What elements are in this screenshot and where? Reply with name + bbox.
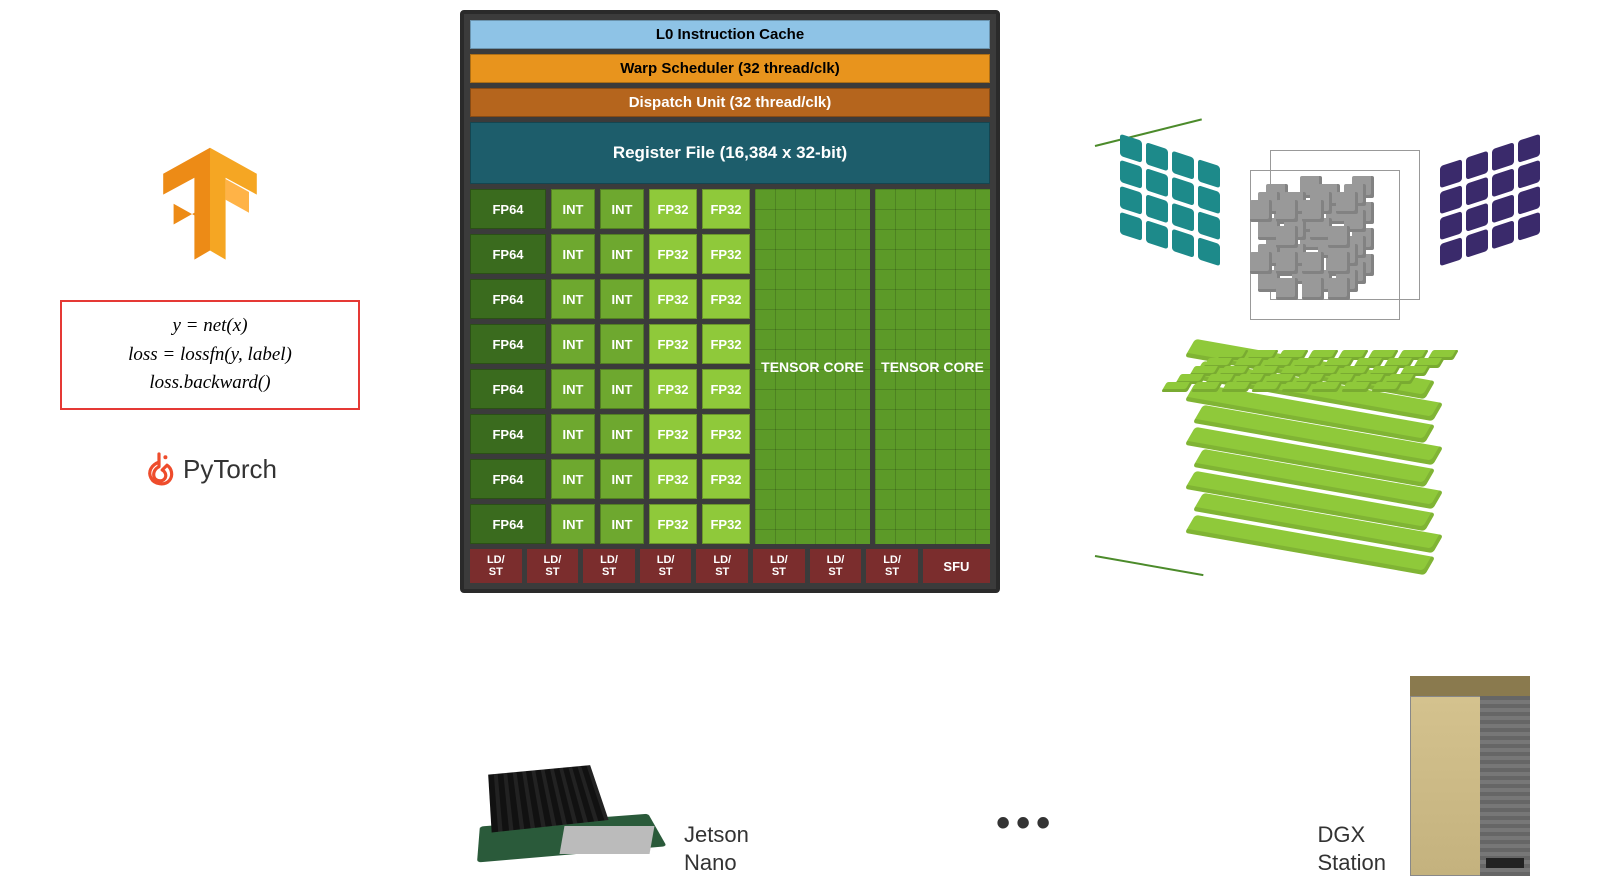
int-cell: INT [551,189,595,229]
fp64-cell: FP64 [470,369,546,409]
dispatch-unit-bar: Dispatch Unit (32 thread/clk) [470,88,990,117]
fp32-cell: FP32 [649,369,697,409]
tensor-core-visualization [1110,110,1540,560]
tensor-core-1-column: TENSOR CORE [755,189,870,544]
int-cell: INT [600,414,644,454]
tensor-core-2-column: TENSOR CORE [875,189,990,544]
fp32-cell: FP32 [649,234,697,274]
ldst-cell: LD/ ST [527,549,579,583]
int-cell: INT [551,414,595,454]
int-cell: INT [551,369,595,409]
int-cell: INT [600,279,644,319]
int-cell: INT [551,459,595,499]
warp-scheduler-bar: Warp Scheduler (32 thread/clk) [470,54,990,83]
sfu-cell: SFU [923,549,990,583]
fp64-cell: FP64 [470,324,546,364]
hardware-row: Jetson Nano ••• DGX Station [470,676,1540,876]
fp32-cell: FP32 [702,369,750,409]
code-line: y = net(x) [76,312,344,341]
int-cell: INT [600,324,644,364]
register-file-bar: Register File (16,384 x 32-bit) [470,122,990,184]
ldst-cell: LD/ ST [753,549,805,583]
int-cell: INT [600,189,644,229]
fp32-cell: FP32 [649,504,697,544]
code-snippet-box: y = net(x) loss = lossfn(y, label) loss.… [60,300,360,410]
fp32-cell: FP32 [702,324,750,364]
ldst-cell: LD/ ST [583,549,635,583]
fp64-column: FP64 FP64 FP64 FP64 FP64 FP64 FP64 FP64 [470,189,546,544]
int-cell: INT [551,504,595,544]
connector-line-icon [1095,555,1204,576]
l0-cache-bar: L0 Instruction Cache [470,20,990,49]
matmul-cube [1250,170,1420,340]
ellipsis-icon: ••• [996,801,1056,846]
fp32-cell: FP32 [702,504,750,544]
ldst-cell: LD/ ST [640,549,692,583]
fp32-columns: FP32FP32FP32FP32FP32FP32FP32FP32FP32FP32… [649,189,750,544]
int-cell: INT [600,369,644,409]
input-matrix-b [1440,134,1540,266]
dgx-label: DGX Station [1318,821,1387,876]
output-tensor-stack [1190,360,1470,590]
fp64-cell: FP64 [470,189,546,229]
pytorch-label: PyTorch [183,454,277,485]
streaming-multiprocessor-diagram: L0 Instruction Cache Warp Scheduler (32 … [460,10,1000,593]
code-line: loss = lossfn(y, label) [76,341,344,370]
int-columns: INTINTINTINTINTINTINTINTINTINTINTINTINTI… [551,189,644,544]
fp64-cell: FP64 [470,459,546,499]
jetson-label: Jetson Nano [684,821,749,876]
tensor-core-label: TENSOR CORE [755,189,870,544]
ldst-cell: LD/ ST [696,549,748,583]
int-cell: INT [600,234,644,274]
dgx-station-image [1400,676,1540,876]
int-cell: INT [551,324,595,364]
code-line: loss.backward() [76,369,344,398]
fp32-cell: FP32 [649,279,697,319]
fp32-cell: FP32 [702,414,750,454]
fp64-cell: FP64 [470,504,546,544]
int-cell: INT [600,459,644,499]
int-cell: INT [551,234,595,274]
int-cell: INT [551,279,595,319]
pytorch-flame-icon [143,450,175,490]
fp32-cell: FP32 [702,234,750,274]
ldst-cell: LD/ ST [866,549,918,583]
fp32-cell: FP32 [702,459,750,499]
fp32-cell: FP32 [702,279,750,319]
fp32-cell: FP32 [702,189,750,229]
fp32-cell: FP32 [649,459,697,499]
tensorflow-logo-icon [145,140,275,270]
pytorch-logo-row: PyTorch [60,450,360,490]
fp32-cell: FP32 [649,324,697,364]
ldst-cell: LD/ ST [470,549,522,583]
input-matrix-a [1120,134,1220,266]
fp32-cell: FP32 [649,189,697,229]
tensor-core-label: TENSOR CORE [875,189,990,544]
jetson-nano-image [470,746,670,876]
cores-grid: FP64FP64FP64FP64FP64FP64FP64FP64 INTINTI… [470,189,990,544]
fp64-cell: FP64 [470,279,546,319]
ldst-row: LD/ STLD/ STLD/ STLD/ STLD/ STLD/ STLD/ … [470,549,990,583]
fp32-cell: FP32 [649,414,697,454]
fp64-cell: FP64 [470,234,546,274]
frameworks-column: y = net(x) loss = lossfn(y, label) loss.… [60,140,360,490]
fp64-cell: FP64 [470,414,546,454]
ldst-cell: LD/ ST [810,549,862,583]
int-cell: INT [600,504,644,544]
